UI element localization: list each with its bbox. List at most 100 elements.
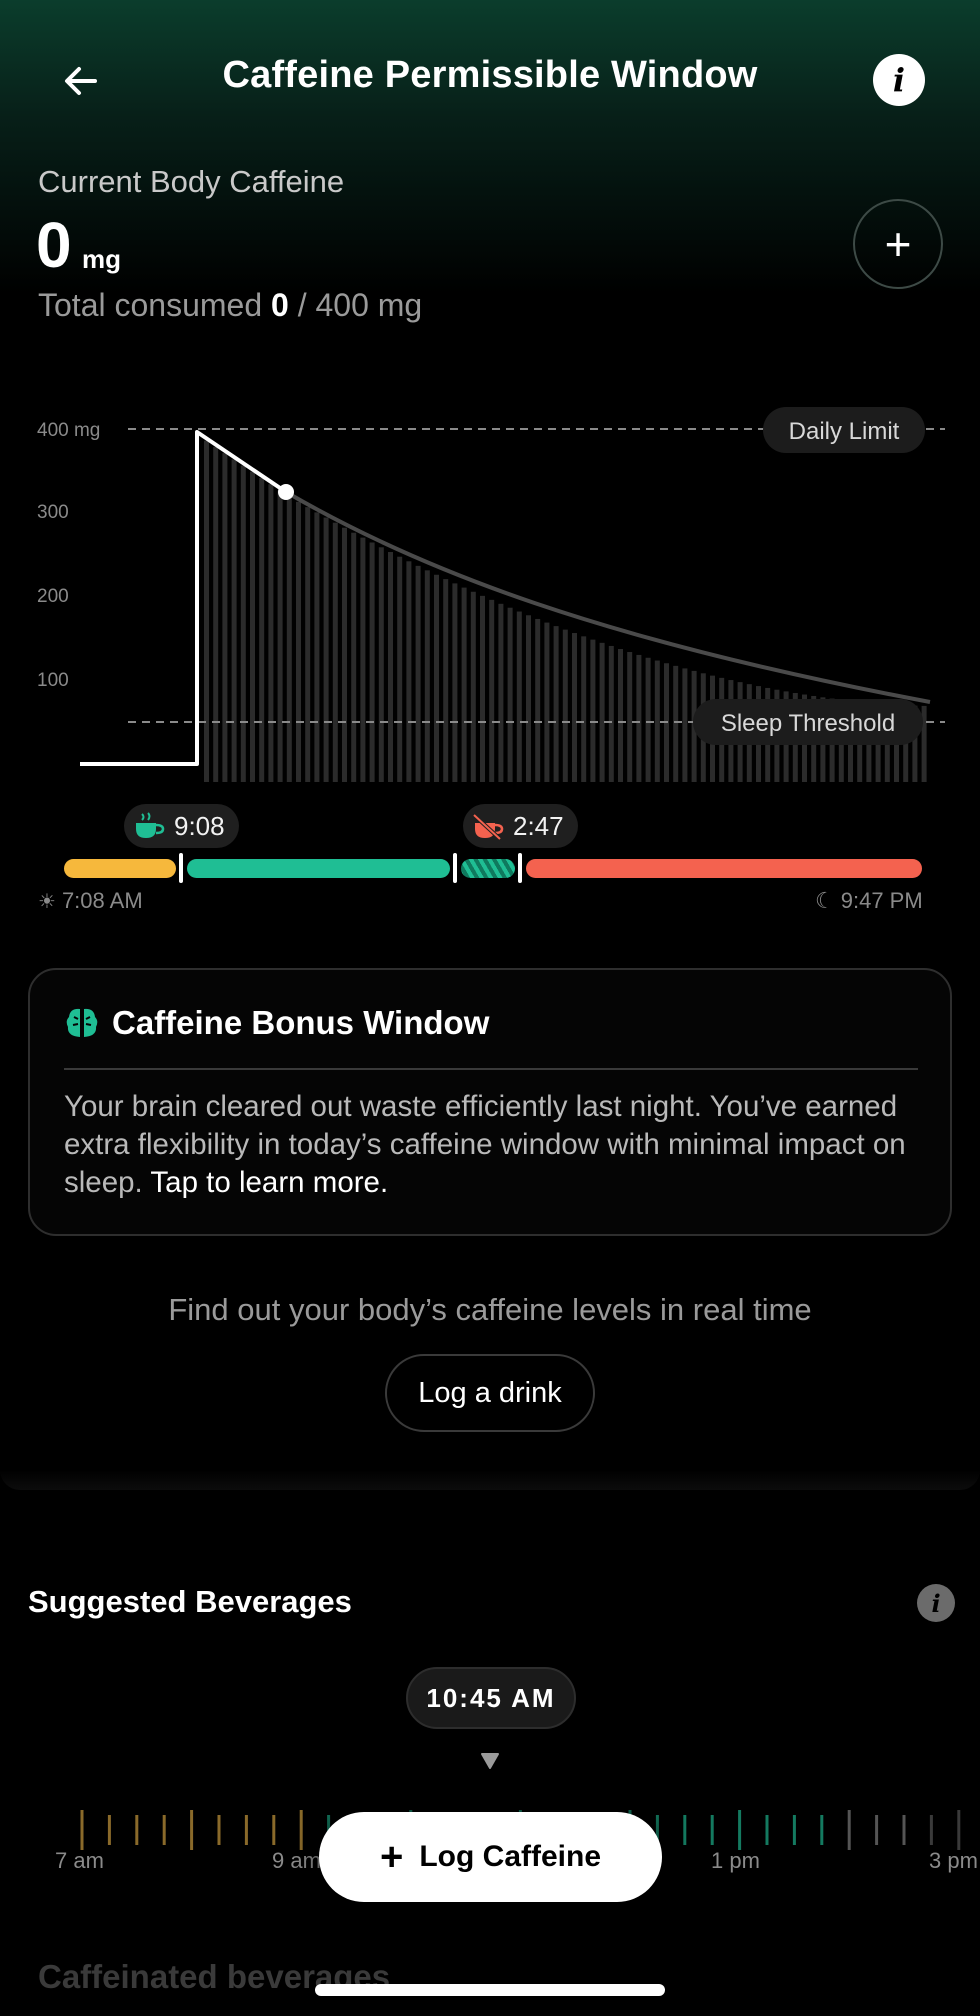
chart-bar bbox=[323, 517, 329, 782]
moon-icon: ☾ bbox=[815, 888, 835, 913]
intake-line bbox=[80, 430, 288, 766]
current-caffeine-label: Current Body Caffeine bbox=[38, 164, 345, 199]
total-consumed-limit: / 400 mg bbox=[297, 287, 423, 323]
bonus-card-header: Caffeine Bonus Window bbox=[64, 1004, 489, 1042]
info-button[interactable]: i bbox=[873, 54, 925, 106]
window-end-chip: 2:47 bbox=[463, 804, 578, 848]
chart-bar bbox=[378, 547, 384, 782]
ruler-label-7am: 7 am bbox=[55, 1848, 104, 1873]
y-tick-400: 400 mg bbox=[37, 420, 100, 441]
timeline-bonus-segment bbox=[461, 859, 515, 878]
brain-icon bbox=[66, 1008, 98, 1037]
coffee-cup-icon bbox=[136, 812, 165, 838]
timeline-bonus-marker[interactable] bbox=[453, 853, 457, 883]
chart-bar bbox=[627, 652, 633, 782]
window-start-time: 9:08 bbox=[174, 810, 225, 841]
log-drink-button[interactable]: Log a drink bbox=[385, 1354, 595, 1432]
chart-bar bbox=[572, 633, 577, 782]
y-tick-200: 200 bbox=[37, 586, 69, 607]
chart-bar bbox=[562, 629, 568, 782]
chart-bar bbox=[314, 512, 320, 782]
chart-bar bbox=[581, 636, 587, 782]
sleep-time-label: 9:47 PM bbox=[840, 888, 923, 913]
chart-bar bbox=[452, 583, 458, 782]
chart-bar bbox=[654, 660, 660, 782]
ruler-label-3pm: 3 pm bbox=[929, 1848, 978, 1873]
timeline-start-marker[interactable] bbox=[179, 853, 183, 883]
timeline-morning-segment bbox=[64, 859, 176, 878]
chart-bar bbox=[553, 626, 559, 782]
timeline-end-marker[interactable] bbox=[518, 853, 522, 883]
add-caffeine-button[interactable]: + bbox=[853, 199, 943, 289]
chart-bar bbox=[480, 595, 485, 782]
timeline-cutoff-segment bbox=[526, 859, 922, 878]
log-caffeine-label: Log Caffeine bbox=[419, 1840, 602, 1873]
chart-bar bbox=[397, 556, 403, 782]
current-point bbox=[278, 484, 294, 500]
app-header: Caffeine Permissible Window i bbox=[0, 40, 980, 120]
window-start-chip: 9:08 bbox=[124, 804, 239, 848]
info-icon: i bbox=[892, 61, 906, 99]
realtime-prompt: Find out your body’s caffeine levels in … bbox=[168, 1292, 812, 1327]
chart-bar bbox=[240, 465, 246, 782]
current-caffeine-value: 0 bbox=[36, 209, 72, 281]
chart-bar bbox=[645, 657, 651, 782]
info-icon: i bbox=[931, 1588, 941, 1618]
home-indicator[interactable] bbox=[315, 1984, 665, 1996]
plus-icon: + bbox=[379, 1835, 404, 1879]
chart-bar bbox=[342, 527, 347, 782]
chart-bar bbox=[268, 484, 274, 782]
chart-bar bbox=[305, 507, 311, 782]
chart-bar bbox=[259, 477, 265, 782]
wake-time: ☀ 7:08 AM bbox=[38, 888, 143, 914]
chart-bar bbox=[599, 642, 605, 782]
chart-bar bbox=[424, 570, 430, 782]
chart-bar bbox=[286, 496, 292, 782]
bonus-card-text: Your brain cleared out waste efficiently… bbox=[64, 1088, 934, 1202]
chart-bar bbox=[388, 552, 393, 782]
log-caffeine-button[interactable]: + Log Caffeine bbox=[319, 1812, 662, 1902]
sun-icon: ☀ bbox=[38, 890, 56, 913]
chart-bar bbox=[636, 654, 642, 782]
chart-bar bbox=[608, 645, 614, 782]
chart-bar bbox=[443, 579, 449, 782]
chart-bar bbox=[470, 591, 476, 782]
chart-bar bbox=[406, 561, 412, 782]
chart-bar bbox=[544, 622, 550, 782]
chart-bar bbox=[507, 607, 513, 782]
coffee-cutoff-icon bbox=[472, 813, 504, 841]
chart-bar bbox=[489, 599, 495, 782]
page-title: Caffeine Permissible Window bbox=[222, 54, 758, 96]
current-caffeine-unit: mg bbox=[82, 244, 121, 274]
section-divider bbox=[0, 1470, 980, 1490]
timeline-window-segment bbox=[187, 859, 450, 878]
chart-bar bbox=[277, 490, 283, 782]
chart-bar bbox=[682, 668, 688, 782]
chart-bar bbox=[590, 639, 596, 782]
chart-bar bbox=[250, 471, 255, 782]
ruler-label-9am: 9 am bbox=[272, 1848, 321, 1873]
pointer-down-icon bbox=[481, 1753, 499, 1769]
chart-bar bbox=[213, 446, 219, 782]
chart-bar bbox=[498, 603, 504, 782]
sleep-time: ☾ 9:47 PM bbox=[815, 888, 923, 914]
caffeine-bonus-card[interactable]: Caffeine Bonus Window Your brain cleared… bbox=[28, 968, 952, 1236]
ruler-label-1pm: 1 pm bbox=[711, 1848, 760, 1873]
wake-time-label: 7:08 AM bbox=[61, 888, 143, 913]
y-tick-300: 300 bbox=[37, 502, 69, 523]
chart-bar bbox=[461, 587, 467, 782]
chart-bar bbox=[332, 522, 338, 782]
daily-limit-label: Daily Limit bbox=[789, 418, 900, 445]
chart-bar bbox=[296, 501, 301, 782]
suggested-info-button[interactable]: i bbox=[917, 1584, 955, 1622]
chart-bar bbox=[351, 532, 357, 782]
learn-more-link[interactable]: Tap to learn more. bbox=[150, 1166, 388, 1199]
suggested-beverages-title: Suggested Beverages bbox=[28, 1584, 352, 1619]
chart-bar bbox=[360, 537, 366, 782]
chart-bar bbox=[415, 565, 421, 782]
total-consumed-label: Total consumed bbox=[38, 287, 263, 323]
chart-bar bbox=[369, 542, 375, 782]
bonus-card-title: Caffeine Bonus Window bbox=[112, 1004, 490, 1041]
selected-time-pill: 10:45 AM bbox=[406, 1667, 576, 1729]
y-tick-100: 100 bbox=[37, 670, 69, 691]
